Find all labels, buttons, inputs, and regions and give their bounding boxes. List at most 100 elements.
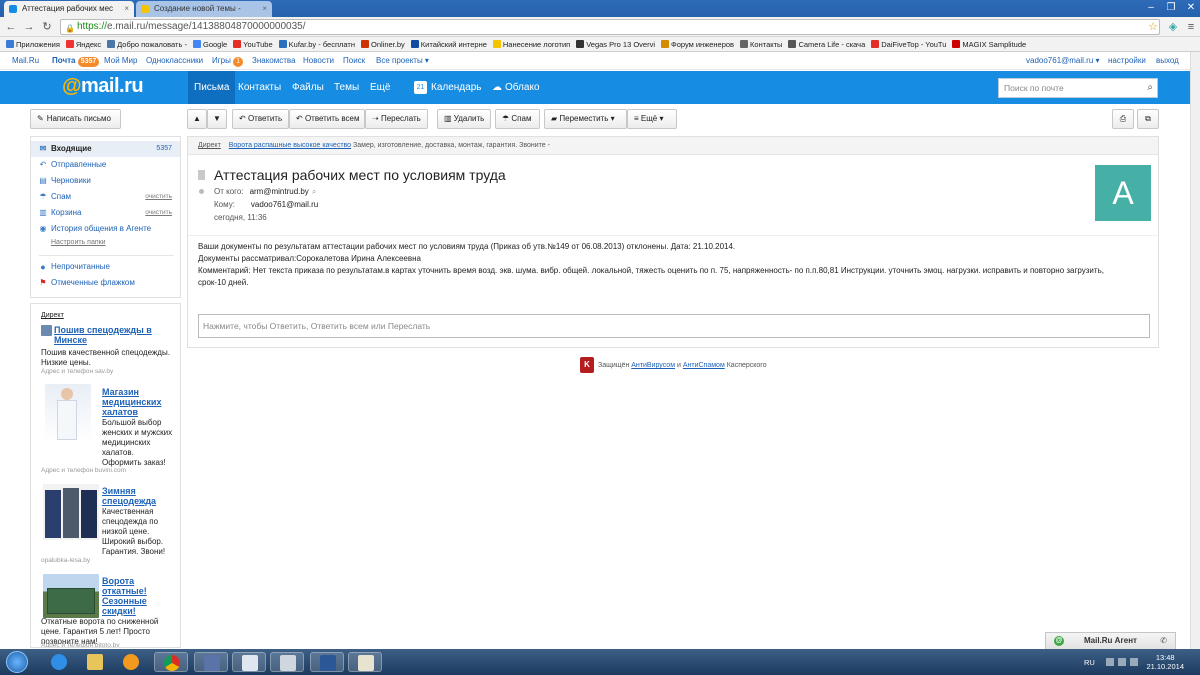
tab-close-icon[interactable]: × bbox=[124, 1, 129, 17]
extension-icon[interactable]: ◈ bbox=[1166, 20, 1180, 34]
search-input[interactable]: Поиск по почте ⌕ bbox=[998, 78, 1158, 98]
taskbar-files[interactable] bbox=[232, 652, 266, 672]
clear-trash-link[interactable]: очистить bbox=[145, 205, 172, 221]
bookmark-flag-icon[interactable] bbox=[198, 170, 205, 180]
forward-icon[interactable]: → bbox=[22, 20, 36, 34]
taskbar-media[interactable] bbox=[114, 652, 148, 672]
ad-source[interactable]: Адрес и телефон sav.by bbox=[41, 368, 113, 375]
direct-label[interactable]: Директ bbox=[198, 142, 221, 149]
tab-letters[interactable]: Письма bbox=[188, 71, 236, 104]
taskbar-explorer[interactable] bbox=[78, 652, 112, 672]
compose-button[interactable]: ✎ Написать письмо bbox=[30, 109, 121, 129]
tray-volume-icon[interactable] bbox=[1130, 658, 1138, 666]
logout-link[interactable]: выход bbox=[1156, 52, 1179, 70]
taskbar-save[interactable] bbox=[194, 652, 228, 672]
antispam-link[interactable]: АнтиСпамом bbox=[683, 362, 725, 369]
tab-close-icon[interactable]: × bbox=[262, 1, 267, 17]
bookmark-item[interactable]: Добро пожаловать - bbox=[107, 37, 187, 51]
next-message-button[interactable]: ▼ bbox=[207, 109, 227, 129]
taskbar-ie[interactable] bbox=[42, 652, 76, 672]
taskbar-calc[interactable] bbox=[270, 652, 304, 672]
nav-my-world[interactable]: Мой Мир bbox=[104, 52, 137, 70]
folder-inbox[interactable]: ✉ Входящие 5357 bbox=[31, 141, 180, 157]
tab-topics[interactable]: Темы bbox=[328, 71, 365, 104]
close-window-icon[interactable]: ✕ bbox=[1180, 1, 1200, 15]
minimize-icon[interactable]: – bbox=[1140, 1, 1162, 15]
nav-all-projects[interactable]: Все проекты ▾ bbox=[376, 52, 429, 70]
tab-calendar[interactable]: 21 Календарь bbox=[408, 71, 487, 104]
direct-ad-link[interactable]: Ворота распашные высокое качество bbox=[229, 142, 351, 149]
print-button[interactable]: ⎙ bbox=[1112, 109, 1134, 129]
ad-medical-gown-image[interactable] bbox=[45, 384, 91, 442]
taskbar-word[interactable] bbox=[310, 652, 344, 672]
language-indicator[interactable]: RU bbox=[1084, 658, 1095, 667]
bookmark-item[interactable]: Onliner.by bbox=[361, 37, 405, 51]
nav-mail[interactable]: Почта 5357 bbox=[52, 52, 100, 70]
menu-icon[interactable]: ≡ bbox=[1184, 20, 1198, 34]
clear-spam-link[interactable]: очистить bbox=[145, 189, 172, 205]
bookmark-item[interactable]: Google bbox=[192, 37, 227, 51]
folder-drafts[interactable]: ▤ Черновики bbox=[31, 173, 180, 189]
ad-title[interactable]: Зимняя спецодежда bbox=[102, 486, 174, 506]
bookmark-item[interactable]: MAGIX Samplitude bbox=[952, 37, 1026, 51]
bookmark-item[interactable]: Нанесение логотип bbox=[492, 37, 570, 51]
tab-files[interactable]: Файлы bbox=[286, 71, 330, 104]
folder-spam[interactable]: ☂ Спам очистить bbox=[31, 189, 180, 205]
taskbar-chrome[interactable] bbox=[154, 652, 188, 672]
forward-button[interactable]: ➝ Переслать bbox=[365, 109, 428, 129]
nav-mailru[interactable]: Mail.Ru bbox=[12, 52, 39, 70]
folder-sent[interactable]: ↶ Отправленные bbox=[31, 157, 180, 173]
bookmark-item[interactable]: Контакты bbox=[740, 37, 782, 51]
url-input[interactable]: 🔒 https://e.mail.ru/message/141388048700… bbox=[60, 19, 1160, 35]
nav-news[interactable]: Новости bbox=[303, 52, 334, 70]
ad-title[interactable]: Пошив спецодежды в Минске bbox=[54, 325, 174, 345]
maximize-icon[interactable]: ❐ bbox=[1160, 1, 1182, 15]
nav-odnoklassniki[interactable]: Одноклассники bbox=[146, 52, 203, 70]
spam-button[interactable]: ☂ Спам bbox=[495, 109, 540, 129]
folder-trash[interactable]: ▥ Корзина очистить bbox=[31, 205, 180, 221]
more-button[interactable]: ≡ Ещё ▾ bbox=[627, 109, 677, 129]
nav-search[interactable]: Поиск bbox=[343, 52, 365, 70]
user-menu[interactable]: vadoo761@mail.ru ▾ bbox=[1026, 52, 1100, 70]
clock[interactable]: 13:48 21.10.2014 bbox=[1146, 653, 1184, 671]
setup-folders-link[interactable]: Настроить папки bbox=[51, 239, 106, 246]
bookmark-item[interactable]: YouTube bbox=[233, 37, 273, 51]
from-address[interactable]: arm@mintrud.by bbox=[250, 187, 309, 196]
bookmark-item[interactable]: DaiFiveTop - YouTu bbox=[871, 37, 946, 51]
bookmark-item[interactable]: Яндекс bbox=[65, 37, 101, 51]
browser-tab-inactive[interactable]: Создание новой темы - × bbox=[136, 1, 272, 17]
search-icon[interactable]: ⌕ bbox=[1147, 79, 1153, 97]
reload-icon[interactable]: ↻ bbox=[40, 20, 54, 34]
move-button[interactable]: ▰ Переместить ▾ bbox=[544, 109, 627, 129]
ad-source[interactable]: Адрес и телефон bitoto.by bbox=[41, 642, 120, 647]
bookmark-item[interactable]: Kufar.by - бесплатн bbox=[278, 37, 355, 51]
ad-source[interactable]: Адрес и телефон buvini.com bbox=[41, 467, 126, 474]
to-address[interactable]: vadoo761@mail.ru bbox=[251, 200, 318, 209]
bookmark-item[interactable]: Vegas Pro 13 Overvi bbox=[576, 37, 655, 51]
delete-button[interactable]: ▥ Удалить bbox=[437, 109, 491, 129]
phone-icon[interactable]: ✆ bbox=[1160, 633, 1167, 649]
mailru-logo[interactable]: @mail.ru bbox=[62, 75, 144, 98]
bookmark-item[interactable]: Приложения bbox=[6, 37, 60, 51]
nav-dating[interactable]: Знакомства bbox=[252, 52, 296, 70]
filter-flagged[interactable]: ⚑ Отмеченные флажком bbox=[31, 275, 180, 291]
tab-cloud[interactable]: ☁ Облако bbox=[486, 71, 546, 104]
bookmark-item[interactable]: Китайский интерне bbox=[410, 37, 487, 51]
reply-button[interactable]: ↶ Ответить bbox=[232, 109, 289, 129]
nav-games[interactable]: Игры 1 bbox=[212, 52, 244, 70]
ad-workwear-image[interactable] bbox=[41, 325, 52, 336]
ad-source[interactable]: opalubka-lesa.by bbox=[41, 557, 90, 564]
ad-winter-clothes-image[interactable] bbox=[43, 484, 99, 540]
open-new-window-button[interactable]: ⧉ bbox=[1137, 109, 1159, 129]
tab-contacts[interactable]: Контакты bbox=[232, 71, 287, 104]
tray-network-icon[interactable] bbox=[1106, 658, 1114, 666]
taskbar-paint[interactable] bbox=[348, 652, 382, 672]
settings-link[interactable]: настройки bbox=[1108, 52, 1146, 70]
page-scrollbar[interactable] bbox=[1190, 52, 1200, 649]
quick-reply-box[interactable]: Нажмите, чтобы Ответить, Ответить всем и… bbox=[198, 314, 1150, 338]
read-status-icon[interactable] bbox=[199, 189, 204, 194]
back-icon[interactable]: ← bbox=[4, 20, 18, 34]
mailru-agent-widget[interactable]: @ Mail.Ru Агент ✆ bbox=[1045, 632, 1176, 649]
ad-title[interactable]: Магазин медицинских халатов bbox=[102, 387, 174, 417]
star-icon[interactable]: ☆ bbox=[1146, 20, 1160, 34]
